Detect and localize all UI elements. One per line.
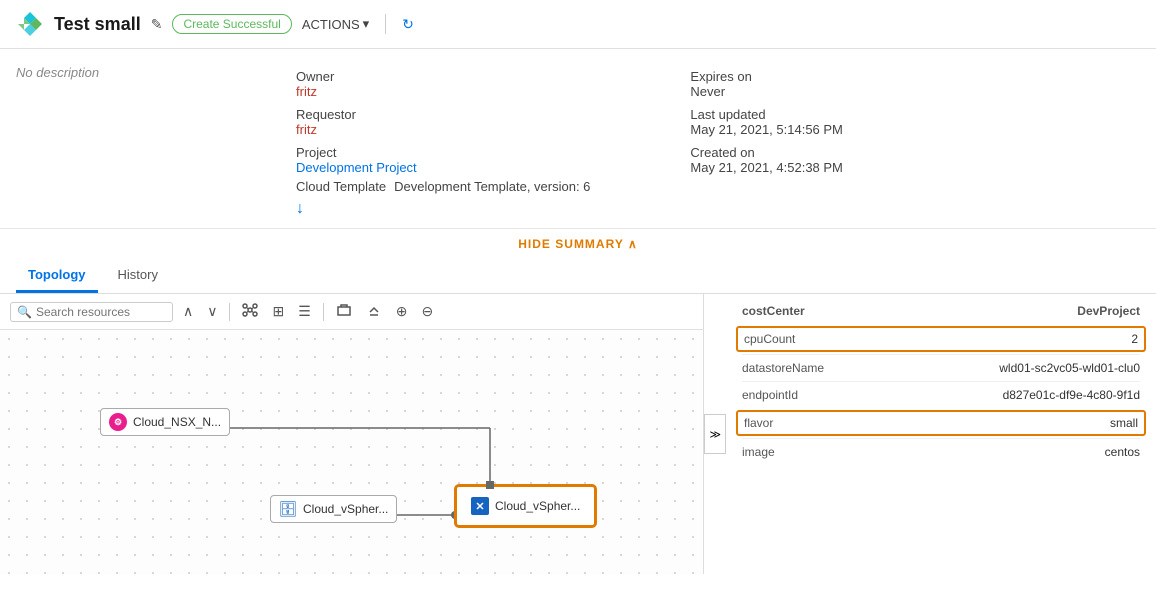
- prop-row-endpointid: endpointId d827e01c-df9e-4c80-9f1d: [742, 381, 1140, 408]
- cloud-template-value: Development Template, version: 6: [394, 179, 590, 194]
- app-title: Test small: [54, 14, 141, 35]
- right-panel: costCenter DevProject cpuCount 2 datasto…: [726, 294, 1156, 574]
- download-icon[interactable]: ↓: [296, 200, 590, 218]
- owner-value[interactable]: fritz: [296, 84, 590, 99]
- tab-bar: Topology History: [0, 259, 1156, 294]
- node-vsphere1-label: Cloud_vSpher...: [303, 502, 388, 516]
- nsx-icon: ⚙: [109, 413, 127, 431]
- prop-value-image: centos: [1105, 445, 1140, 459]
- prop-name-endpointid: endpointId: [742, 388, 798, 402]
- summary-meta-col: Expires on Never Last updated May 21, 20…: [690, 61, 842, 228]
- prop-value-datastorename: wld01-sc2vc05-wld01-clu0: [999, 361, 1140, 375]
- cloud-template-row: Cloud Template Development Template, ver…: [296, 179, 590, 194]
- props-header: costCenter DevProject: [742, 304, 1140, 324]
- db-icon: 🗄: [279, 500, 297, 518]
- node-vsphere2-label: Cloud_vSpher...: [495, 499, 580, 513]
- node-nsx-label: Cloud_NSX_N...: [133, 415, 221, 429]
- requestor-label: Requestor: [296, 107, 590, 122]
- col2-header: DevProject: [1077, 304, 1140, 318]
- no-description: No description: [16, 61, 296, 228]
- prop-value-flavor: small: [1110, 416, 1138, 430]
- actions-button[interactable]: ACTIONS ▾: [302, 16, 369, 32]
- summary-section: No description Owner fritz Requestor fri…: [0, 49, 1156, 229]
- search-icon: 🔍: [17, 305, 32, 319]
- expires-label: Expires on: [690, 69, 842, 84]
- network-view-button[interactable]: [238, 300, 262, 323]
- cloud-template-label: Cloud Template: [296, 179, 386, 194]
- zoom-in-button[interactable]: ⊕: [392, 301, 412, 322]
- node-vsphere1[interactable]: 🗄 Cloud_vSpher...: [270, 495, 397, 523]
- prop-row-flavor: flavor small: [736, 410, 1146, 436]
- topology-canvas: ⚙ Cloud_NSX_N... 🗄 Cloud_vSpher... Cloud…: [0, 330, 703, 568]
- tab-topology[interactable]: Topology: [16, 259, 98, 293]
- project-label: Project: [296, 145, 590, 160]
- prop-row-cpucount: cpuCount 2: [736, 326, 1146, 352]
- collapse-icon: [366, 302, 382, 318]
- search-input[interactable]: [36, 305, 166, 319]
- prop-row-image: image centos: [742, 438, 1140, 465]
- zoom-out-button[interactable]: ⊖: [417, 301, 437, 322]
- prop-row-datastorename: datastoreName wld01-sc2vc05-wld01-clu0: [742, 354, 1140, 381]
- project-value[interactable]: Development Project: [296, 160, 590, 175]
- grid-view-button[interactable]: ⊞: [268, 301, 288, 322]
- toolbar-divider-1: [229, 303, 230, 321]
- connection-lines: [0, 330, 703, 568]
- col1-header: costCenter: [742, 304, 805, 318]
- created-label: Created on: [690, 145, 842, 160]
- expand-down-button[interactable]: ∨: [203, 301, 221, 322]
- node-vsphere2[interactable]: Cloud_vSpher...: [455, 485, 596, 527]
- toolbar-divider-2: [323, 303, 324, 321]
- node-nsx[interactable]: ⚙ Cloud_NSX_N...: [100, 408, 230, 436]
- fit-to-screen-button[interactable]: [332, 300, 356, 323]
- edit-icon[interactable]: ✎: [151, 16, 163, 33]
- prop-name-image: image: [742, 445, 775, 459]
- page-header: Test small ✎ Create Successful ACTIONS ▾…: [0, 0, 1156, 49]
- last-updated-label: Last updated: [690, 107, 842, 122]
- tab-history[interactable]: History: [106, 259, 170, 293]
- summary-left-col: Owner fritz Requestor fritz Project Deve…: [296, 61, 590, 228]
- network-icon: [242, 302, 258, 318]
- topology-panel: 🔍 ∧ ∨ ⊞ ☰: [0, 294, 704, 574]
- topology-toolbar: 🔍 ∧ ∨ ⊞ ☰: [0, 294, 703, 330]
- prop-name-datastorename: datastoreName: [742, 361, 824, 375]
- owner-label: Owner: [296, 69, 590, 84]
- prop-value-cpucount: 2: [1131, 332, 1138, 346]
- expires-value: Never: [690, 84, 842, 99]
- main-area: 🔍 ∧ ∨ ⊞ ☰: [0, 294, 1156, 574]
- expand-up-button[interactable]: ∧: [179, 301, 197, 322]
- requestor-value[interactable]: fritz: [296, 122, 590, 137]
- panel-collapse-button[interactable]: ≫: [704, 294, 726, 574]
- connection-dot: [486, 481, 494, 489]
- fit-icon: [336, 302, 352, 318]
- last-updated-value: May 21, 2021, 5:14:56 PM: [690, 122, 842, 137]
- summary-details: Owner fritz Requestor fritz Project Deve…: [296, 61, 1140, 228]
- collapse-panel-btn[interactable]: ≫: [704, 414, 726, 454]
- header-divider: [385, 14, 386, 34]
- collapse-button[interactable]: [362, 300, 386, 323]
- right-panel-inner: costCenter DevProject cpuCount 2 datasto…: [726, 294, 1156, 475]
- prop-name-flavor: flavor: [744, 416, 773, 430]
- status-badge: Create Successful: [172, 14, 291, 34]
- prop-value-endpointid: d827e01c-df9e-4c80-9f1d: [1003, 388, 1140, 402]
- vsphere-icon: [471, 497, 489, 515]
- search-box[interactable]: 🔍: [10, 302, 173, 322]
- created-value: May 21, 2021, 4:52:38 PM: [690, 160, 842, 175]
- prop-name-cpucount: cpuCount: [744, 332, 795, 346]
- list-view-button[interactable]: ☰: [294, 301, 315, 322]
- refresh-icon[interactable]: ↻: [402, 16, 414, 33]
- app-logo: [16, 10, 44, 38]
- hide-summary-button[interactable]: HIDE SUMMARY ∧: [0, 229, 1156, 259]
